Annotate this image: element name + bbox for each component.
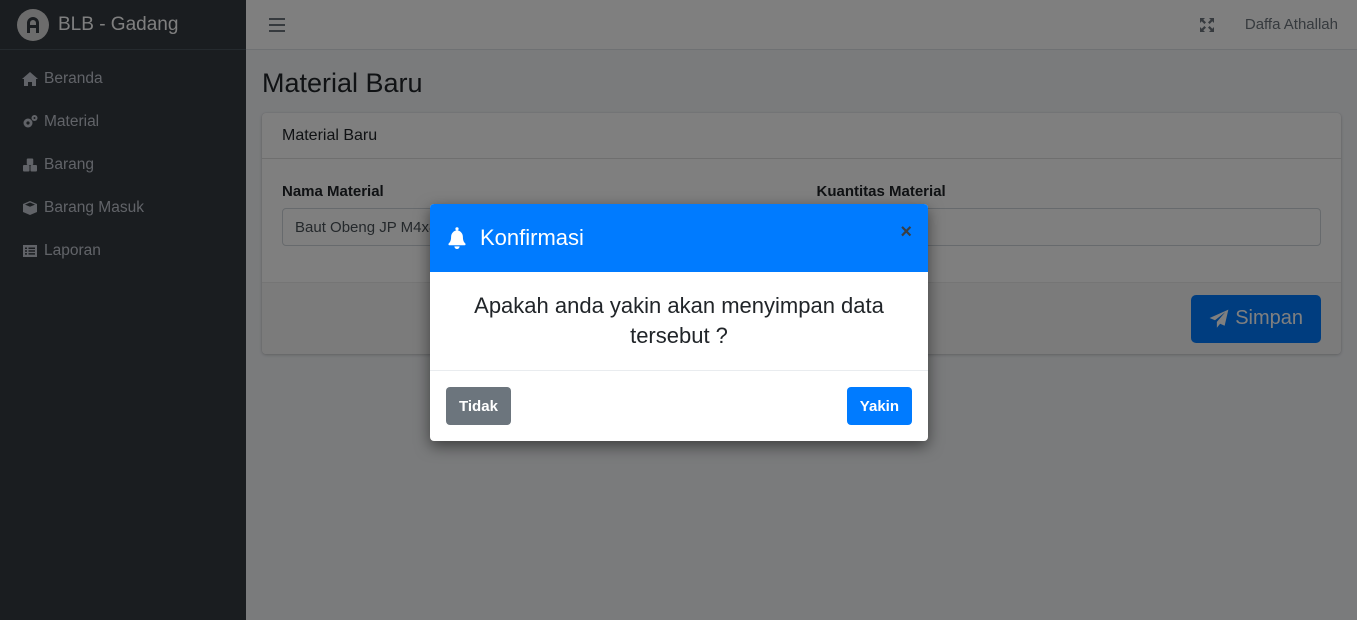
modal-message: Apakah anda yakin akan menyimpan data te… — [430, 272, 928, 371]
close-icon[interactable]: × — [900, 222, 912, 242]
confirm-button[interactable]: Yakin — [846, 387, 912, 425]
bell-icon — [445, 226, 469, 250]
modal-title: Konfirmasi — [480, 225, 584, 250]
cancel-button[interactable]: Tidak — [446, 387, 511, 425]
modal-header: Konfirmasi × — [430, 204, 928, 272]
modal-footer: Tidak Yakin — [430, 371, 928, 441]
confirm-modal: Konfirmasi × Apakah anda yakin akan meny… — [430, 204, 928, 441]
